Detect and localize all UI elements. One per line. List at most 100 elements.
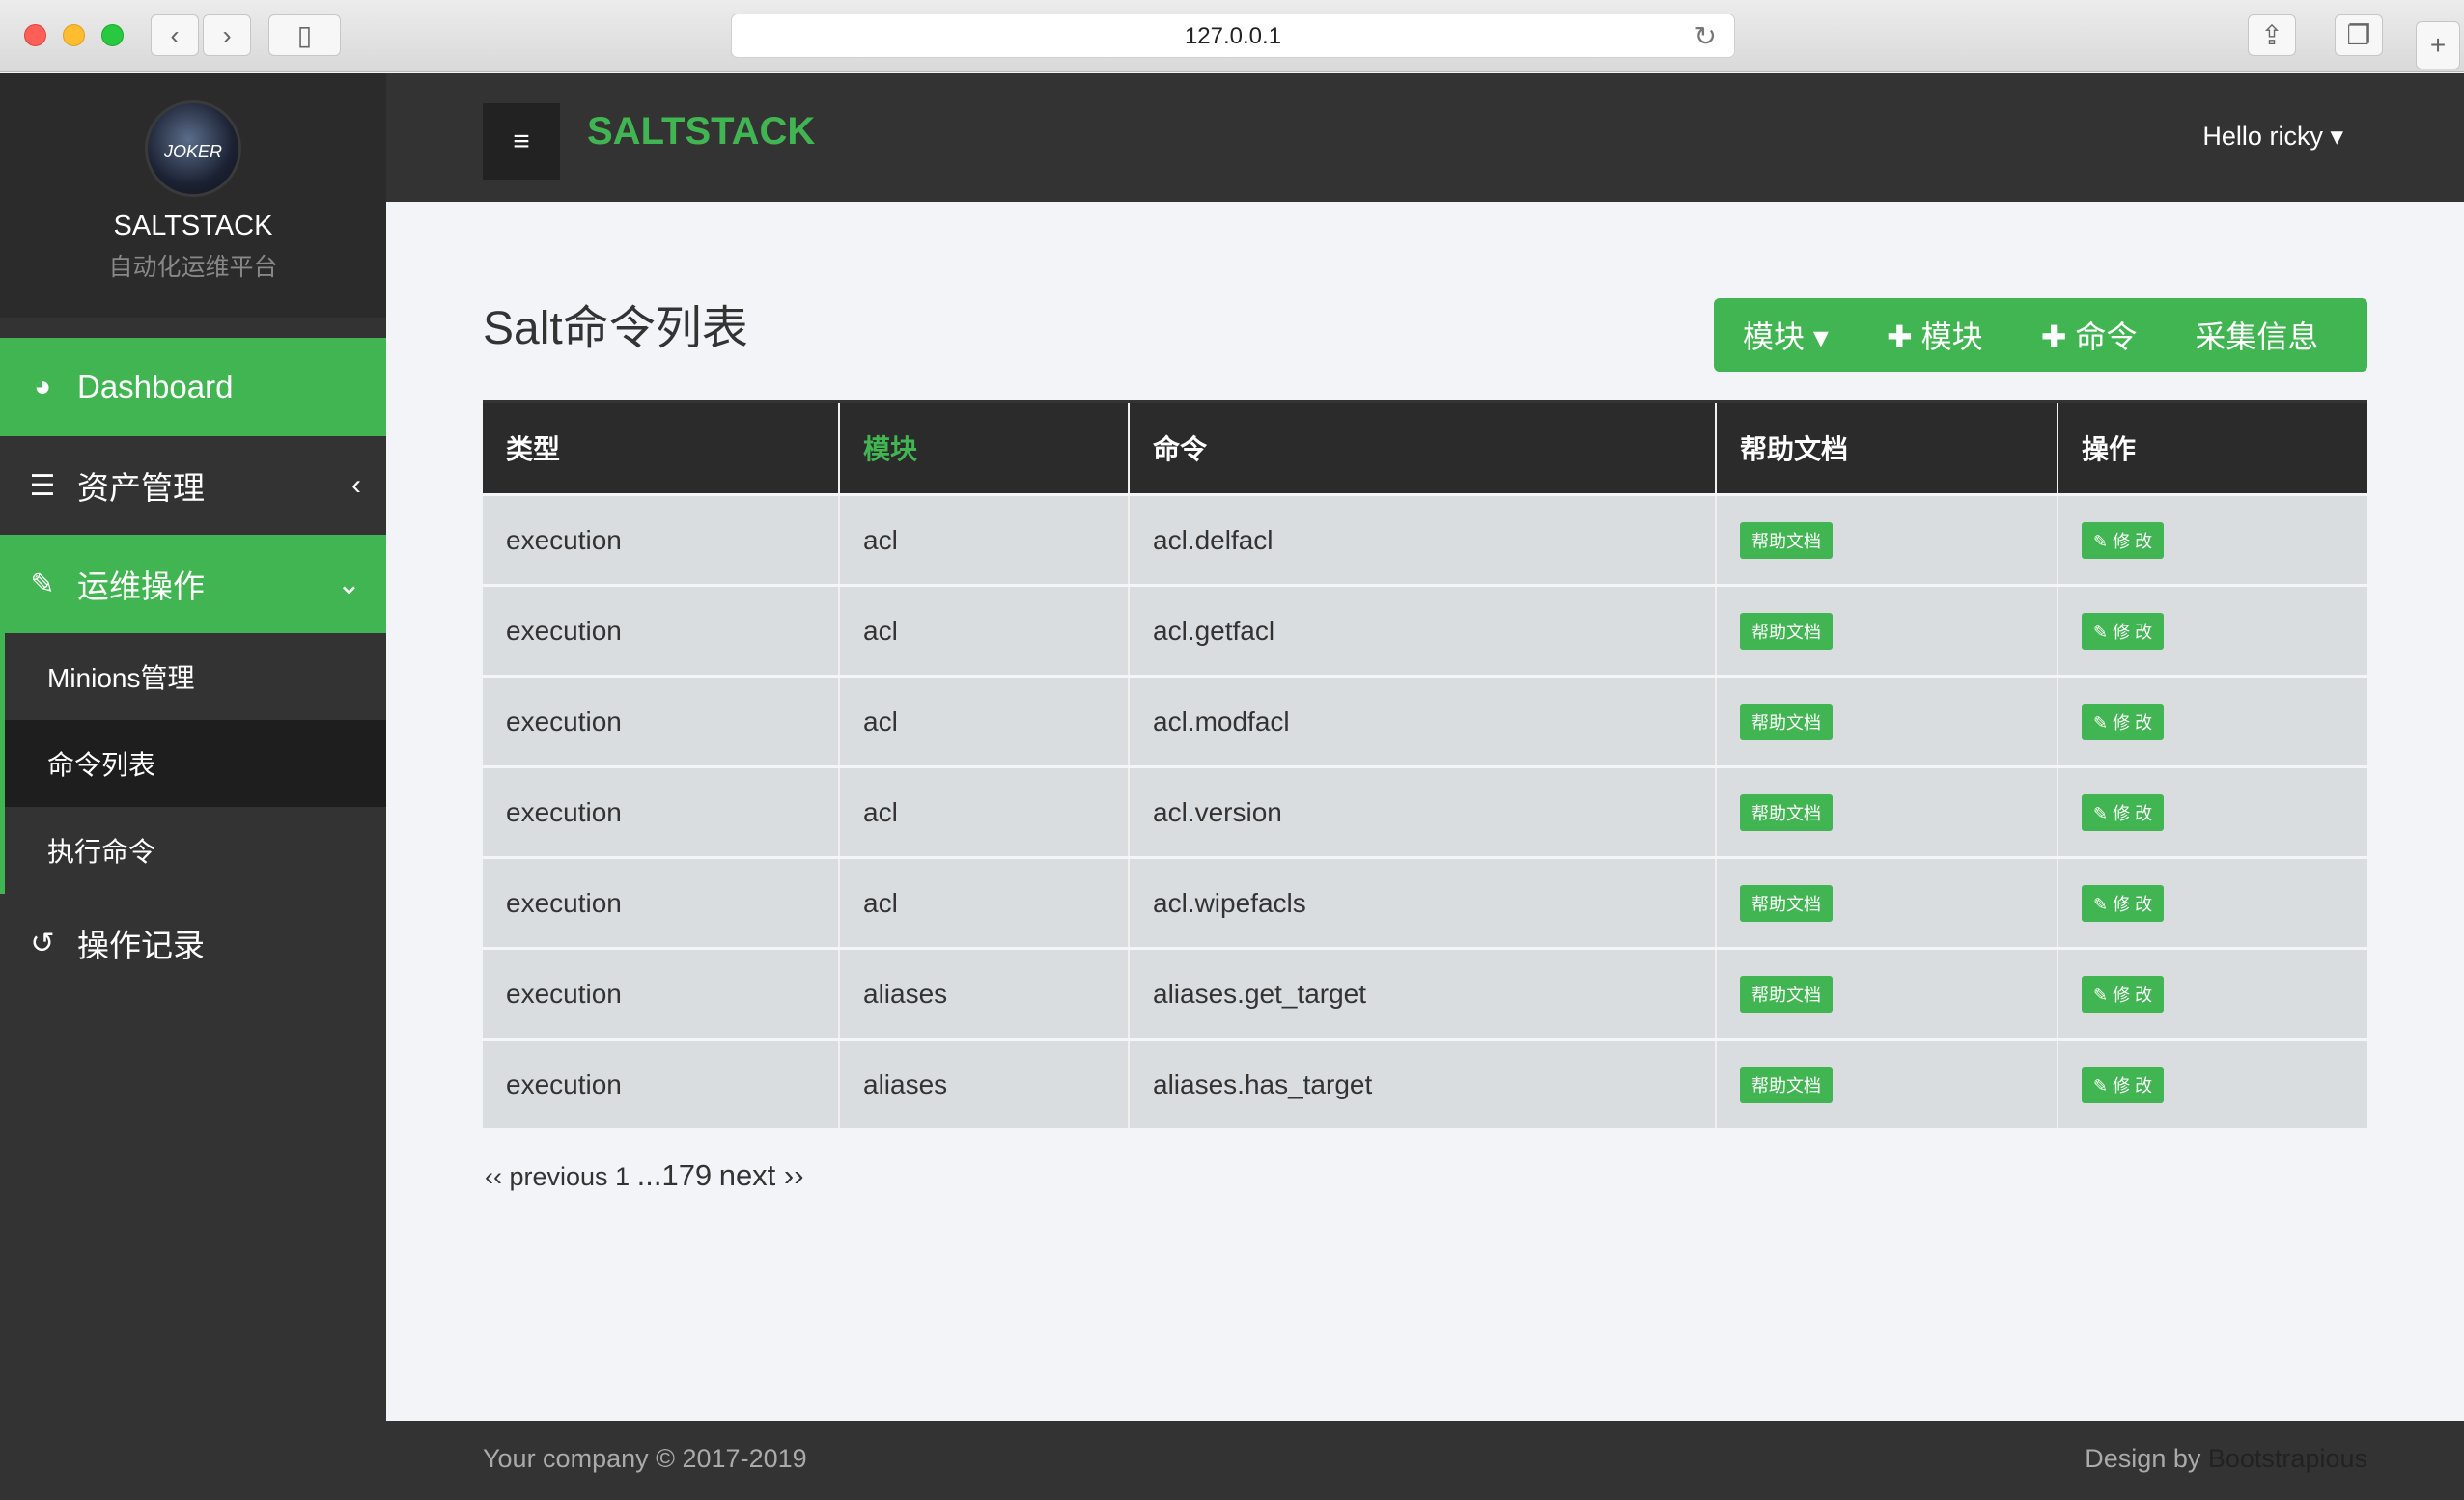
column-header-type: 类型 bbox=[483, 403, 840, 493]
add-command-button[interactable]: ✚ 命令 bbox=[2012, 313, 2167, 357]
sidebar-subitem-label: Minions管理 bbox=[47, 663, 195, 693]
footer: Your company © 2017-2019 Design by Boots… bbox=[386, 1421, 2464, 1500]
user-menu[interactable]: Hello ricky ▾ bbox=[2202, 122, 2343, 152]
cell-command: acl.delfacl bbox=[1130, 496, 1717, 584]
edit-button[interactable]: ✎ 修 改 bbox=[2082, 612, 2165, 650]
share-icon[interactable]: ⇪ bbox=[2248, 14, 2296, 56]
collect-info-button[interactable]: 采集信息 bbox=[2166, 313, 2347, 357]
sidebar-subitem-execute[interactable]: 执行命令 bbox=[0, 807, 386, 894]
footer-copyright: Your company © 2017-2019 bbox=[483, 1444, 807, 1473]
help-doc-button[interactable]: 帮助文档 bbox=[1740, 975, 1833, 1013]
cell-type: execution bbox=[483, 496, 840, 584]
forward-icon[interactable]: › bbox=[203, 14, 251, 56]
close-window-button[interactable] bbox=[24, 24, 46, 46]
sidebar-item-ops[interactable]: ✎ 运维操作 ⌄ bbox=[0, 535, 386, 633]
help-doc-button[interactable]: 帮助文档 bbox=[1740, 612, 1833, 650]
server-icon: ☰ bbox=[29, 469, 56, 502]
help-doc-button[interactable]: 帮助文档 bbox=[1740, 884, 1833, 922]
cell-type: execution bbox=[483, 950, 840, 1038]
url-text: 127.0.0.1 bbox=[1184, 23, 1282, 49]
add-module-button[interactable]: ✚ 模块 bbox=[1858, 313, 2012, 357]
top-navbar: ≡ SALTSTACK Hello ricky ▾ bbox=[386, 73, 2464, 202]
cell-command: aliases.has_target bbox=[1130, 1041, 1717, 1128]
action-button-group: 模块 ▾ ✚ 模块 ✚ 命令 采集信息 bbox=[1714, 298, 2367, 372]
column-header-module[interactable]: 模块 bbox=[840, 403, 1130, 493]
sidebar-subitem-commands[interactable]: 命令列表 bbox=[0, 720, 386, 807]
cell-module: acl bbox=[840, 859, 1130, 947]
help-doc-button[interactable]: 帮助文档 bbox=[1740, 521, 1833, 559]
cell-command: acl.modfacl bbox=[1130, 678, 1717, 765]
sidebar-item-label: 资产管理 bbox=[77, 470, 205, 506]
table-row: execution acl acl.getfacl 帮助文档 ✎ 修 改 bbox=[483, 584, 2367, 675]
help-doc-button[interactable]: 帮助文档 bbox=[1740, 793, 1833, 831]
avatar: JOKER bbox=[145, 100, 241, 197]
footer-credit-link[interactable]: Bootstrapious bbox=[2208, 1444, 2367, 1473]
sidebar-item-dashboard[interactable]: ◕ Dashboard bbox=[0, 338, 386, 436]
cell-help: 帮助文档 bbox=[1717, 587, 2058, 675]
commands-table: 类型 模块 命令 帮助文档 操作 execution acl acl.delfacl… bbox=[483, 400, 2367, 1128]
sidebar-subitem-label: 执行命令 bbox=[47, 837, 156, 867]
column-header-actions: 操作 bbox=[2082, 434, 2137, 464]
cell-command: acl.wipefacls bbox=[1130, 859, 1717, 947]
help-doc-button[interactable]: 帮助文档 bbox=[1740, 1066, 1833, 1103]
zoom-window-button[interactable] bbox=[101, 24, 124, 46]
cell-actions: ✎ 修 改 bbox=[2058, 950, 2367, 1038]
sidebar: JOKER SALTSTACK 自动化运维平台 ◕ Dashboard ☰ 资产… bbox=[0, 73, 386, 1500]
cell-command: acl.version bbox=[1130, 768, 1717, 856]
cell-help: 帮助文档 bbox=[1717, 768, 2058, 856]
page-ellipsis: ... bbox=[636, 1158, 662, 1192]
brand-subtitle: 自动化运维平台 bbox=[108, 254, 278, 281]
sidebar-toggle-icon[interactable]: ▯ bbox=[268, 14, 341, 56]
table-body: execution acl acl.delfacl 帮助文档 ✎ 修 改 executio… bbox=[483, 493, 2367, 1128]
reload-icon[interactable]: ↻ bbox=[1694, 14, 1717, 59]
page-title: Salt命令列表 bbox=[483, 303, 748, 354]
table-row: execution aliases aliases.get_target 帮助文档 ✎ … bbox=[483, 947, 2367, 1038]
edit-button[interactable]: ✎ 修 改 bbox=[2082, 521, 2165, 559]
table-row: execution acl acl.wipefacls 帮助文档 ✎ 修 改 bbox=[483, 856, 2367, 947]
cell-actions: ✎ 修 改 bbox=[2058, 768, 2367, 856]
cell-module: acl bbox=[840, 678, 1130, 765]
back-icon[interactable]: ‹ bbox=[151, 14, 199, 56]
column-header-command: 命令 bbox=[1130, 403, 1717, 493]
cell-actions: ✎ 修 改 bbox=[2058, 678, 2367, 765]
edit-button[interactable]: ✎ 修 改 bbox=[2082, 703, 2165, 740]
edit-button[interactable]: ✎ 修 改 bbox=[2082, 1066, 2165, 1103]
cell-type: execution bbox=[483, 587, 840, 675]
new-tab-icon[interactable]: + bbox=[2416, 21, 2460, 69]
cell-command: acl.getfacl bbox=[1130, 587, 1717, 675]
table-row: execution acl acl.delfacl 帮助文档 ✎ 修 改 bbox=[483, 493, 2367, 584]
chevron-down-icon: ⌄ bbox=[336, 568, 361, 600]
sidebar-item-label: 运维操作 bbox=[77, 569, 205, 604]
tabs-overview-icon[interactable]: ❐ bbox=[2335, 14, 2383, 56]
previous-page-link[interactable]: ‹‹ previous bbox=[485, 1162, 608, 1191]
browser-toolbar: ‹ › ▯ 127.0.0.1 ↻ ⇪ ❐ + bbox=[0, 0, 2464, 72]
cell-type: execution bbox=[483, 859, 840, 947]
next-page-link[interactable]: next ›› bbox=[719, 1158, 804, 1192]
page-last-link[interactable]: 179 bbox=[661, 1158, 712, 1192]
cell-module: acl bbox=[840, 587, 1130, 675]
cell-help: 帮助文档 bbox=[1717, 950, 2058, 1038]
brand-name: SALTSTACK bbox=[113, 210, 273, 241]
sidebar-item-assets[interactable]: ☰ 资产管理 ‹ bbox=[0, 436, 386, 535]
cell-help: 帮助文档 bbox=[1717, 678, 2058, 765]
sidebar-item-label: Dashboard bbox=[77, 369, 234, 404]
page-1-link[interactable]: 1 bbox=[615, 1162, 630, 1191]
sidebar-subitem-minions[interactable]: Minions管理 bbox=[0, 633, 386, 720]
footer-credit-prefix: Design by bbox=[2085, 1444, 2201, 1473]
cell-actions: ✎ 修 改 bbox=[2058, 587, 2367, 675]
menu-toggle-icon[interactable]: ≡ bbox=[483, 103, 560, 180]
edit-button[interactable]: ✎ 修 改 bbox=[2082, 975, 2165, 1013]
help-doc-button[interactable]: 帮助文档 bbox=[1740, 703, 1833, 740]
module-dropdown-button[interactable]: 模块 ▾ bbox=[1714, 313, 1858, 357]
edit-button[interactable]: ✎ 修 改 bbox=[2082, 884, 2165, 922]
sidebar-item-label: 操作记录 bbox=[77, 928, 205, 963]
sidebar-subitem-label: 命令列表 bbox=[47, 750, 156, 780]
edit-button[interactable]: ✎ 修 改 bbox=[2082, 793, 2165, 831]
cell-help: 帮助文档 bbox=[1717, 859, 2058, 947]
address-bar[interactable]: 127.0.0.1 ↻ bbox=[731, 14, 1735, 58]
sidebar-item-history[interactable]: ↺ 操作记录 bbox=[0, 894, 386, 992]
cell-module: acl bbox=[840, 768, 1130, 856]
dashboard-icon: ◕ bbox=[33, 371, 52, 403]
minimize-window-button[interactable] bbox=[63, 24, 85, 46]
